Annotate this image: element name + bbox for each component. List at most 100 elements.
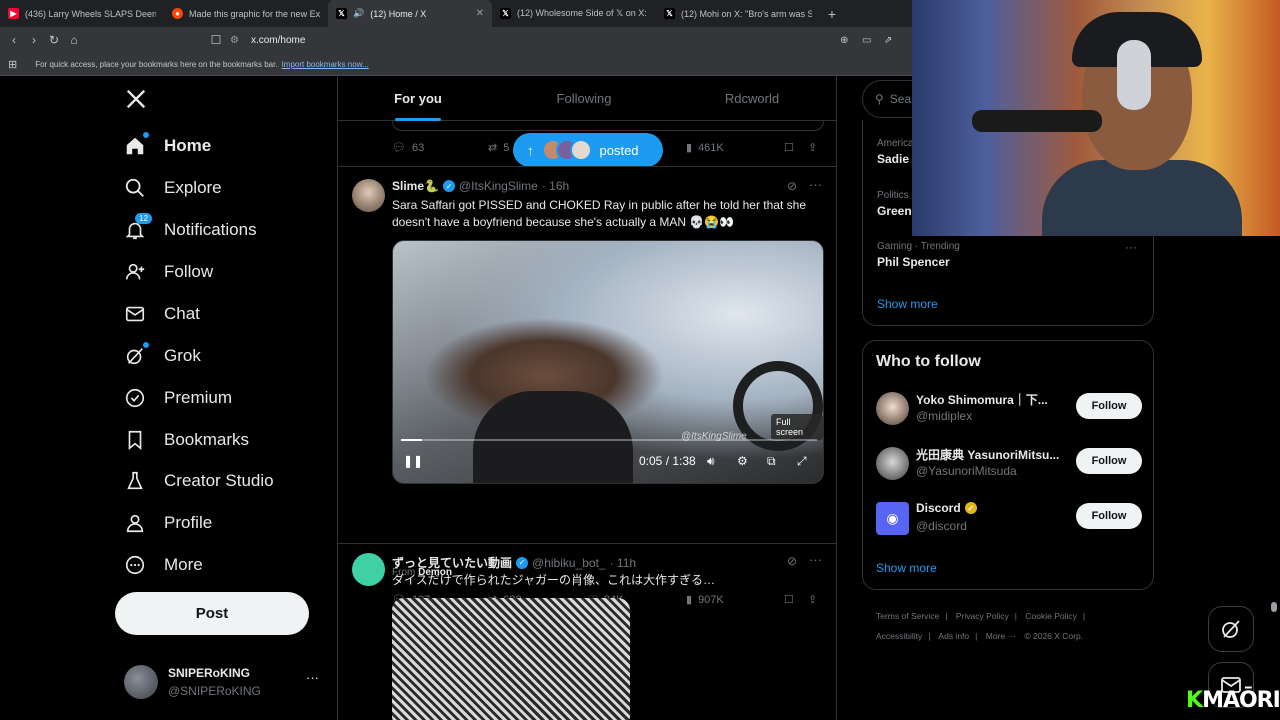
home-page-icon[interactable]: ⌂ bbox=[64, 30, 84, 50]
follow-button[interactable]: Follow bbox=[1076, 503, 1142, 529]
author-name[interactable]: Slime🐍 bbox=[392, 179, 439, 193]
avatar[interactable] bbox=[876, 392, 909, 425]
tweet-image[interactable] bbox=[392, 598, 630, 720]
fullscreen-icon[interactable]: ⤢ bbox=[797, 454, 807, 469]
posted-label: posted bbox=[599, 142, 639, 158]
url-text: x.com/home bbox=[250, 34, 306, 46]
footer-link[interactable]: Privacy Policy bbox=[956, 611, 1009, 621]
import-bookmarks-link[interactable]: Import bookmarks now... bbox=[282, 60, 369, 69]
suggestion-name[interactable]: 光田康典 YasunoriMitsu... bbox=[916, 446, 1066, 463]
share-button[interactable]: ⇪ bbox=[808, 141, 817, 154]
avatar[interactable] bbox=[352, 553, 385, 586]
footer-link[interactable]: Cookie Policy bbox=[1025, 611, 1077, 621]
footer-copyright: © 2026 X Corp. bbox=[1024, 631, 1084, 641]
suggestion-name-row[interactable]: Discord ✓ bbox=[916, 501, 1066, 515]
retweet-count: 5 bbox=[503, 141, 510, 154]
close-tab-icon[interactable]: ✕ bbox=[476, 8, 484, 19]
nav-follow[interactable]: Follow bbox=[124, 252, 213, 292]
browser-tab-wholesome[interactable]: 𝕏 (12) Wholesome Side of 𝕏 on X: "I wa bbox=[492, 0, 656, 27]
nav-explore[interactable]: Explore bbox=[124, 168, 222, 208]
browser-tab-reddit[interactable]: ● Made this graphic for the new Exped bbox=[164, 0, 328, 27]
nav-bookmarks[interactable]: Bookmarks bbox=[124, 420, 249, 460]
grok-analyze-icon[interactable]: ⊘ bbox=[787, 554, 797, 568]
author-handle[interactable]: @ItsKingSlime bbox=[459, 179, 538, 193]
settings-icon[interactable]: ⚙ bbox=[737, 454, 748, 468]
forward-icon[interactable]: › bbox=[24, 30, 44, 50]
reload-icon[interactable]: ↻ bbox=[44, 30, 64, 50]
nav-premium[interactable]: Premium bbox=[124, 378, 232, 418]
tweet-hibiku[interactable]: ずっと見ていたい動画 ✓ @hibiku_bot_ · 11h ⊘ ··· ダイ… bbox=[338, 544, 836, 720]
views-button[interactable]: ▮ 461K bbox=[686, 141, 724, 155]
volume-icon[interactable]: 🔊︎ bbox=[707, 454, 715, 469]
suggestion-name[interactable]: Yoko Shimomura｜下... bbox=[916, 391, 1066, 408]
trends-show-more[interactable]: Show more bbox=[877, 297, 938, 311]
tweet-more-icon[interactable]: ··· bbox=[809, 552, 822, 567]
apps-grid-icon[interactable]: ⊞ bbox=[8, 58, 17, 71]
reply-button[interactable]: 💬︎ 63 bbox=[392, 141, 424, 155]
zoom-icon[interactable]: ⊕ bbox=[840, 35, 848, 46]
pip-icon[interactable]: ⧉ bbox=[767, 454, 776, 469]
discord-logo-icon[interactable]: ◉ bbox=[876, 502, 909, 535]
more-circle-icon bbox=[124, 554, 146, 576]
x-logo-icon[interactable] bbox=[125, 88, 147, 110]
nav-chat[interactable]: Chat bbox=[124, 294, 200, 334]
follow-suggestion[interactable]: Yoko Shimomura｜下... @midiplex Follow bbox=[876, 389, 1142, 429]
pause-button[interactable]: ❚❚ bbox=[403, 454, 423, 468]
browser-tab-x-home[interactable]: 𝕏 🔊 (12) Home / X ✕ bbox=[328, 0, 492, 27]
browser-tab-mohi[interactable]: 𝕏 (12) Mohi on X: "Bro's arm was SNAP bbox=[656, 0, 820, 27]
new-posts-pill[interactable]: ↑ posted bbox=[513, 133, 663, 167]
browser-tab-youtube[interactable]: ▶ (436) Larry Wheels SLAPS Deen The bbox=[0, 0, 164, 27]
new-tab-button[interactable]: + bbox=[820, 0, 844, 27]
nav-profile[interactable]: Profile bbox=[124, 503, 212, 543]
video-scrubber[interactable] bbox=[401, 439, 817, 441]
tab-rdcworld[interactable]: Rdcworld bbox=[672, 76, 832, 121]
bookmark-button[interactable]: ☐ bbox=[784, 141, 794, 154]
bookmark-star-icon[interactable]: ☐ bbox=[206, 30, 226, 50]
bookmarks-bar: ⊞ For quick access, place your bookmarks… bbox=[0, 53, 912, 76]
who-to-follow-show-more[interactable]: Show more bbox=[876, 561, 937, 575]
footer-link[interactable]: Ads info bbox=[938, 631, 969, 641]
grok-float-button[interactable] bbox=[1208, 606, 1254, 652]
author-handle[interactable]: @hibiku_bot_ bbox=[532, 556, 606, 570]
back-icon[interactable]: ‹ bbox=[4, 30, 24, 50]
tweet-more-icon[interactable]: ··· bbox=[809, 177, 822, 192]
nav-creator-studio[interactable]: Creator Studio bbox=[124, 461, 274, 501]
retweet-button[interactable]: ⇄ 5 bbox=[488, 141, 510, 155]
avatar[interactable] bbox=[352, 179, 385, 212]
more-dots-icon[interactable]: ··· bbox=[306, 670, 319, 685]
follow-suggestion[interactable]: 光田康典 YasunoriMitsu... @YasunoriMitsuda F… bbox=[876, 444, 1142, 484]
cast-icon[interactable]: ▭ bbox=[862, 35, 871, 46]
search-input[interactable]: ⚲ Sear bbox=[862, 80, 915, 118]
account-switcher[interactable]: SNIPERoKING @SNIPERoKING ··· bbox=[124, 662, 324, 702]
tweet-time[interactable]: · 11h bbox=[610, 556, 636, 570]
trend-more-icon[interactable]: ··· bbox=[1125, 240, 1137, 254]
tweet-slime[interactable]: Slime🐍 ✓ @ItsKingSlime · 16h ⊘ ··· Sara … bbox=[338, 167, 836, 606]
footer-link[interactable]: Terms of Service bbox=[876, 611, 939, 621]
author-name[interactable]: ずっと見ていたい動画 bbox=[392, 554, 512, 571]
gold-verified-icon: ✓ bbox=[964, 502, 977, 514]
nav-more[interactable]: More bbox=[124, 545, 203, 585]
video-player[interactable]: @ItsKingSlime Full screen ❚❚ 0:05 / 1:38… bbox=[392, 240, 824, 484]
trend-item[interactable]: America Sadie bbox=[877, 138, 914, 166]
follow-button[interactable]: Follow bbox=[1076, 448, 1142, 474]
tab-for-you[interactable]: For you bbox=[338, 76, 498, 121]
post-button[interactable]: Post bbox=[115, 592, 309, 635]
site-info-icon[interactable]: ⚙ bbox=[230, 35, 239, 46]
trend-item[interactable]: Gaming · Trending Phil Spencer bbox=[877, 241, 960, 269]
tab-following[interactable]: Following bbox=[504, 76, 664, 121]
footer-link[interactable]: Accessibility bbox=[876, 631, 922, 641]
nav-home[interactable]: Home bbox=[124, 126, 211, 166]
follow-button[interactable]: Follow bbox=[1076, 393, 1142, 419]
trend-item[interactable]: Politics Green bbox=[877, 190, 912, 218]
follow-suggestion[interactable]: ◉ Discord ✓ @discord Follow bbox=[876, 499, 1142, 539]
nav-notifications[interactable]: 12 Notifications bbox=[124, 210, 257, 250]
nav-grok[interactable]: Grok bbox=[124, 336, 201, 376]
scrollbar-thumb[interactable] bbox=[1271, 602, 1277, 612]
share-icon[interactable]: ⇗ bbox=[884, 35, 892, 46]
address-bar[interactable]: ⚙ x.com/home ⊕ ▭ ⇗ bbox=[230, 30, 910, 50]
tweet-time[interactable]: · 16h bbox=[542, 179, 569, 193]
grok-analyze-icon[interactable]: ⊘ bbox=[787, 179, 797, 193]
footer-link[interactable]: More ··· bbox=[986, 631, 1016, 641]
avatar[interactable] bbox=[876, 447, 909, 480]
nav-label: Profile bbox=[164, 513, 213, 532]
